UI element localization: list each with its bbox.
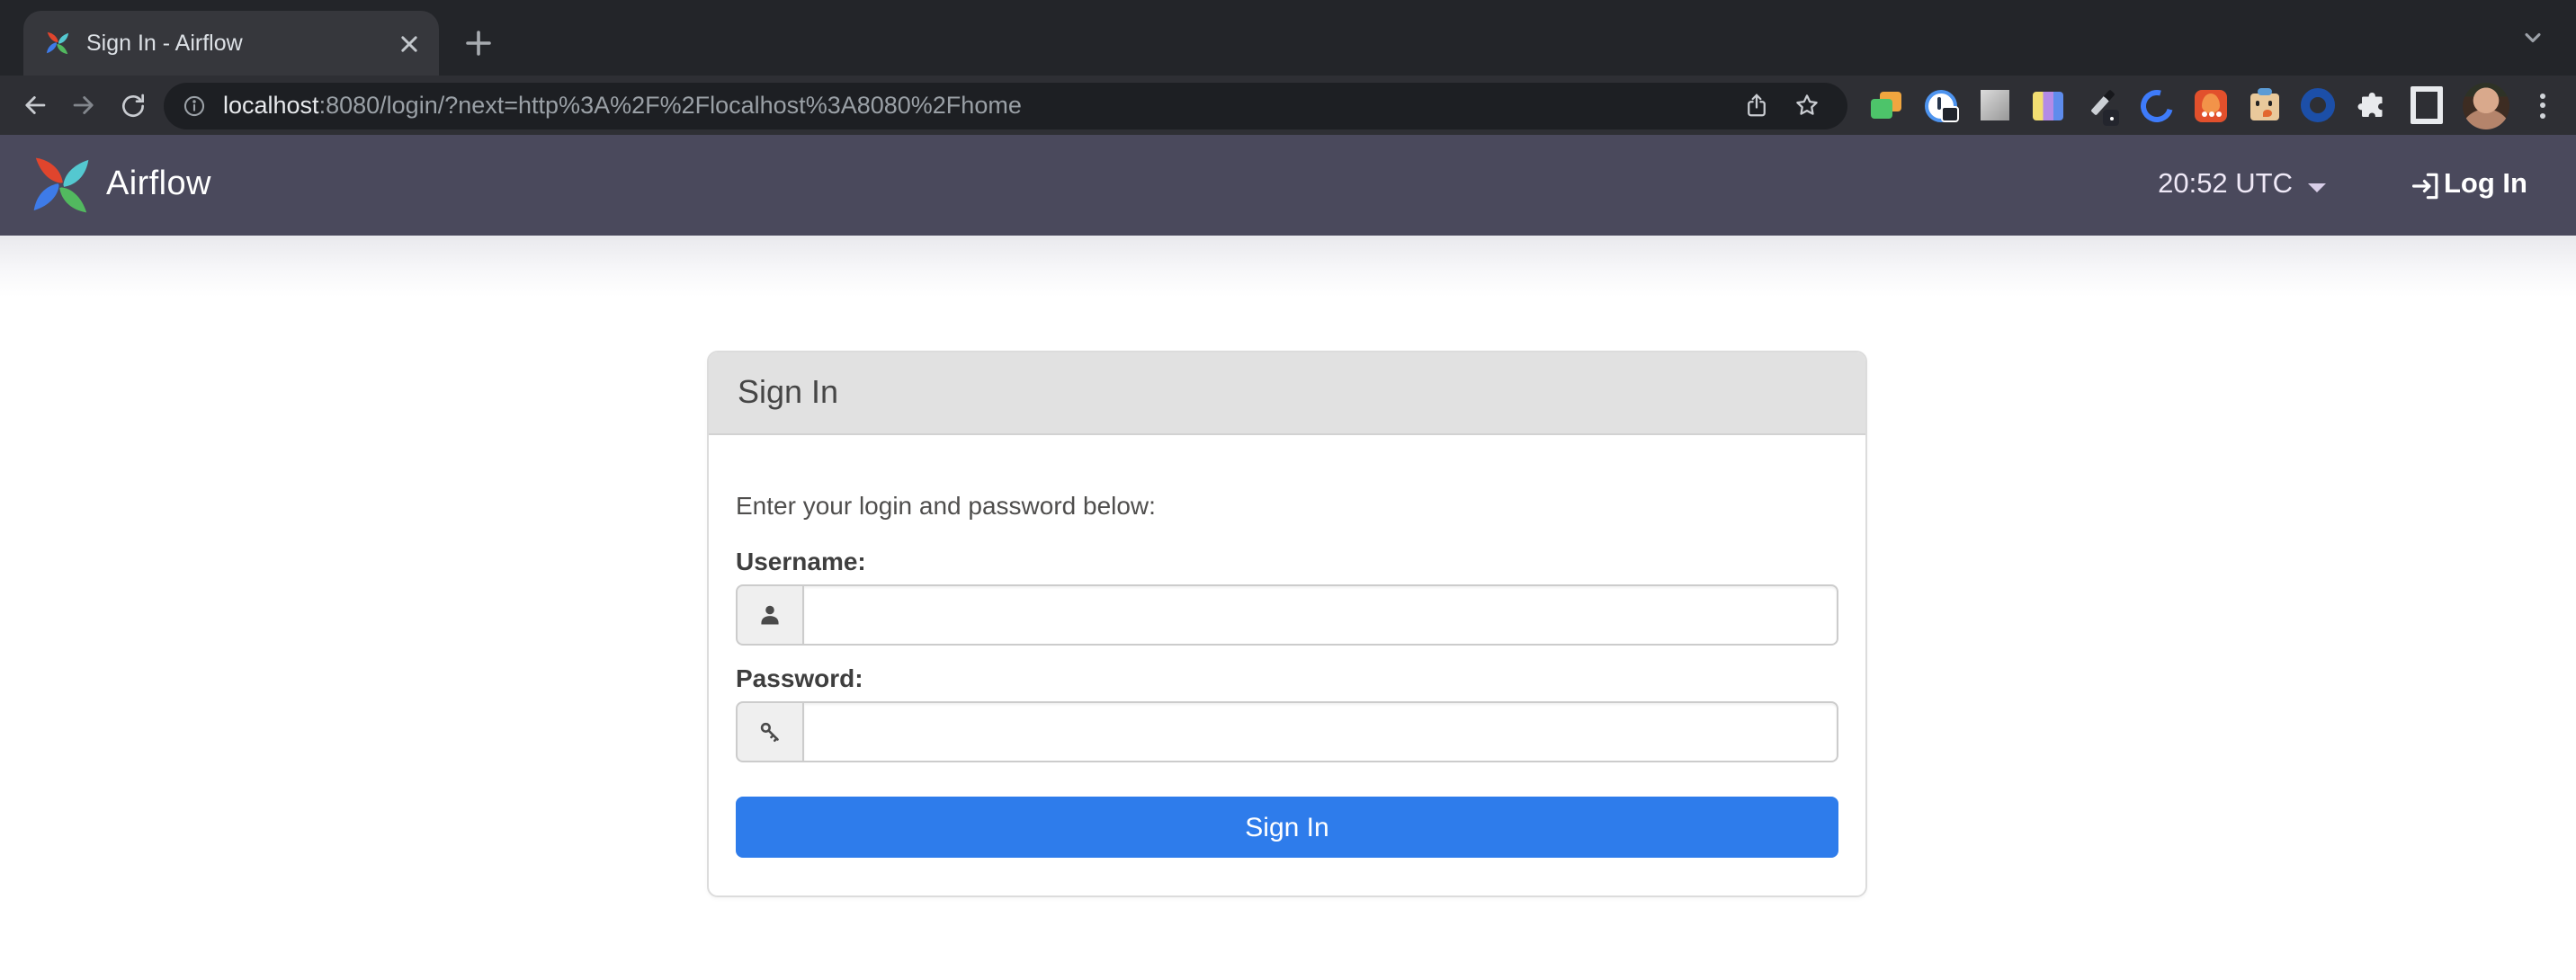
profile-avatar[interactable] [2463, 82, 2509, 129]
extensions-row [1869, 83, 2443, 128]
reload-button[interactable] [108, 81, 157, 129]
browser-tab[interactable]: Sign In - Airflow [23, 11, 439, 76]
forward-button[interactable] [59, 81, 108, 129]
password-input[interactable] [802, 701, 1838, 762]
username-input[interactable] [802, 584, 1838, 646]
signin-button[interactable]: Sign In [736, 797, 1838, 858]
browser-menu-icon[interactable] [2526, 85, 2558, 125]
browser-tab-strip: Sign In - Airflow [0, 0, 2576, 76]
username-label: Username: [736, 547, 866, 575]
url-text: localhost:8080/login/?next=http%3A%2F%2F… [223, 92, 1725, 119]
tab-close-icon[interactable] [394, 28, 425, 58]
airflow-brand-link[interactable]: Airflow [25, 149, 211, 221]
new-tab-button[interactable] [455, 20, 502, 67]
login-label: Log In [2444, 169, 2527, 200]
tab-title: Sign In - Airflow [86, 31, 243, 56]
back-button[interactable] [11, 81, 59, 129]
site-info-icon[interactable] [182, 93, 207, 118]
key-icon [736, 701, 802, 762]
browser-toolbar: localhost:8080/login/?next=http%3A%2F%2F… [0, 76, 2576, 135]
login-link[interactable]: Log In [2408, 168, 2527, 202]
user-icon [736, 584, 802, 646]
password-label: Password: [736, 664, 863, 692]
airflow-pinwheel-logo [33, 157, 89, 213]
clock-text: 20:52 UTC [2158, 169, 2293, 200]
signin-card-title: Sign In [709, 352, 1865, 435]
clock-dropdown[interactable]: 20:52 UTC [2158, 169, 2325, 201]
side-panel-icon[interactable] [2409, 86, 2443, 124]
extension-flame-icon[interactable] [2193, 88, 2227, 122]
caret-down-icon [2307, 183, 2325, 192]
bookmark-star-icon[interactable] [1786, 85, 1826, 125]
url-bar[interactable]: localhost:8080/login/?next=http%3A%2F%2F… [164, 82, 1847, 129]
page-content: Sign In Enter your login and password be… [0, 236, 2576, 980]
share-icon[interactable] [1736, 85, 1775, 125]
extension-gray-swatch-icon[interactable] [1977, 88, 2011, 122]
signin-instruction: Enter your login and password below: [736, 491, 1156, 520]
extension-color-picker-pen-icon[interactable] [2085, 88, 2119, 126]
extension-blue-c-icon[interactable] [2133, 83, 2178, 128]
extension-blue-ring-icon[interactable] [2301, 88, 2335, 122]
username-input-group [736, 584, 1838, 646]
tab-search-chevron-icon[interactable] [2513, 18, 2553, 58]
airflow-favicon-icon [46, 31, 69, 55]
login-icon [2411, 172, 2437, 199]
extension-folders-icon[interactable] [1869, 88, 1903, 122]
screen: Sign In - Airflow localhost:8080/login/?… [0, 0, 2576, 980]
url-host: localhost [223, 92, 319, 119]
brand-name: Airflow [106, 165, 211, 203]
extension-color-notes-icon[interactable] [2031, 88, 2065, 122]
extension-clipboard-buddy-icon[interactable] [2247, 88, 2281, 122]
extension-screen-time-lock-icon[interactable] [1923, 88, 1958, 122]
password-input-group [736, 701, 1838, 762]
url-path: :8080/login/?next=http%3A%2F%2Flocalhost… [318, 92, 1022, 119]
navbar-shadow [0, 236, 2576, 297]
signin-card: Sign In Enter your login and password be… [707, 351, 1867, 897]
extensions-puzzle-icon[interactable] [2355, 88, 2389, 122]
signin-form: Enter your login and password below: Use… [709, 435, 1865, 895]
airflow-navbar: Airflow 20:52 UTC Log In [0, 135, 2576, 236]
